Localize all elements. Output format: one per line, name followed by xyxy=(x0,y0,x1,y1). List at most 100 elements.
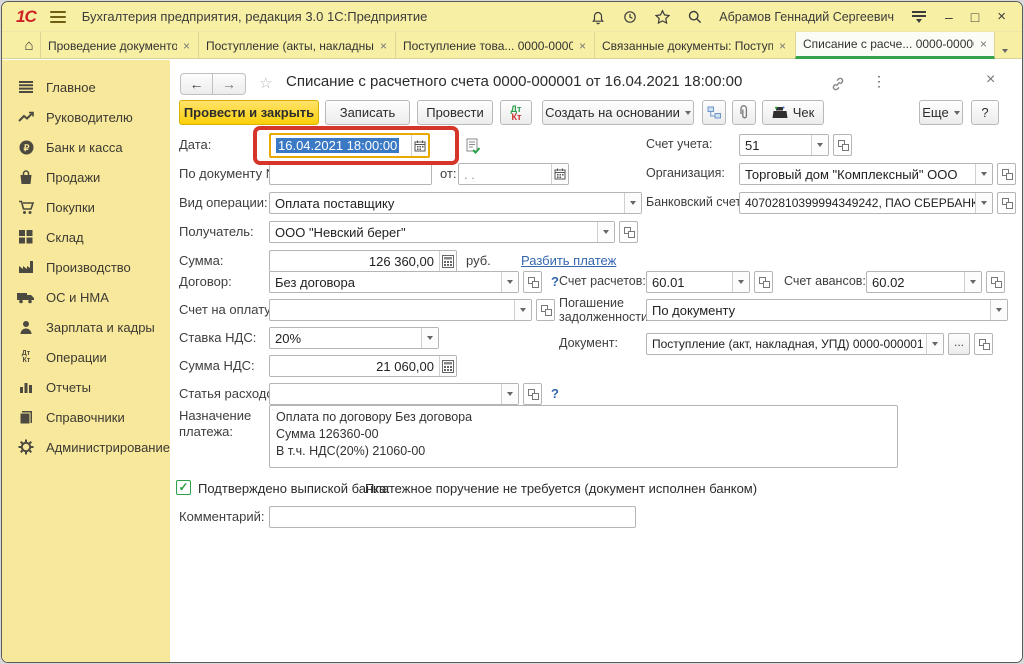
expense-item-open-button[interactable] xyxy=(523,383,542,405)
sidebar-item-bank-i-kassa[interactable]: ₽ Банк и касса xyxy=(2,132,170,162)
recipient-open-button[interactable] xyxy=(619,221,638,243)
document-choose-button[interactable]: ... xyxy=(948,333,970,355)
tab-close-icon[interactable]: × xyxy=(579,39,586,53)
settlement-account-open-button[interactable] xyxy=(754,271,773,293)
sidebar-item-zarplata-i-kadry[interactable]: Зарплата и кадры xyxy=(2,312,170,342)
create-based-on-button[interactable]: Создать на основании xyxy=(542,100,694,125)
sidebar-item-otchety[interactable]: Отчеты xyxy=(2,372,170,402)
home-tab[interactable]: ⌂ xyxy=(16,32,42,58)
vat-rate-field[interactable]: 20% xyxy=(269,327,439,349)
post-and-close-button[interactable]: Провести и закрыть xyxy=(179,100,319,125)
tab-provedenie-dokumentov[interactable]: Проведение документов × xyxy=(40,32,197,59)
save-button[interactable]: Записать xyxy=(325,100,410,125)
tab-svyazannye-dokumenty[interactable]: Связанные документы: Поступ... × xyxy=(594,32,793,59)
form-menu-dots-icon[interactable]: ⋮ xyxy=(872,73,886,90)
confirmed-checkbox[interactable]: ✓ xyxy=(176,480,191,495)
invoice-open-button[interactable] xyxy=(536,299,555,321)
bank-account-open-button[interactable] xyxy=(997,192,1016,214)
related-documents-button[interactable] xyxy=(702,100,726,125)
advance-account-open-button[interactable] xyxy=(986,271,1005,293)
organization-open-button[interactable] xyxy=(997,163,1016,185)
get-link-icon[interactable] xyxy=(830,76,846,97)
calendar-icon[interactable] xyxy=(551,164,568,184)
tab-close-icon[interactable]: × xyxy=(380,39,387,53)
favorite-star-icon[interactable]: ☆ xyxy=(259,74,272,92)
post-button[interactable]: Провести xyxy=(417,100,493,125)
contract-open-button[interactable] xyxy=(523,271,542,293)
advance-account-dropdown-button[interactable] xyxy=(964,272,981,292)
operation-type-dropdown-button[interactable] xyxy=(624,193,641,213)
help-button[interactable]: ? xyxy=(971,100,999,125)
sidebar-item-proizvodstvo[interactable]: Производство xyxy=(2,252,170,282)
tab-close-icon[interactable]: × xyxy=(980,37,987,51)
main-menu-icon[interactable] xyxy=(50,11,66,23)
organization-field[interactable]: Торговый дом "Комплексный" ООО xyxy=(739,163,993,185)
invoice-dropdown-button[interactable] xyxy=(514,300,531,320)
tab-postuplenie-akty[interactable]: Поступление (акты, накладные... × xyxy=(198,32,394,59)
expense-item-field[interactable] xyxy=(269,383,519,405)
form-close-icon[interactable]: × xyxy=(986,71,995,89)
sidebar-item-sklad[interactable]: Склад xyxy=(2,222,170,252)
vat-amount-field[interactable]: 21 060,00 xyxy=(269,355,457,377)
account-dropdown-button[interactable] xyxy=(811,135,828,155)
debt-repayment-field[interactable]: По документу xyxy=(646,299,1008,321)
contract-help-icon[interactable]: ? xyxy=(551,274,559,289)
recipient-dropdown-button[interactable] xyxy=(597,222,614,242)
document-dropdown-button[interactable] xyxy=(926,334,943,354)
calculator-icon[interactable] xyxy=(439,251,456,271)
recipient-field[interactable]: ООО "Невский берег" xyxy=(269,221,615,243)
vat-rate-dropdown-button[interactable] xyxy=(421,328,438,348)
tab-list-dropdown-button[interactable] xyxy=(1002,40,1008,58)
sidebar-item-rukovoditelyu[interactable]: Руководителю xyxy=(2,102,170,132)
sidebar-item-pokupki[interactable]: Покупки xyxy=(2,192,170,222)
date-field[interactable]: 16.04.2021 18:00:00 xyxy=(269,133,430,158)
bank-account-field[interactable]: 40702810399994349242, ПАО СБЕРБАНК xyxy=(739,192,993,214)
account-open-button[interactable] xyxy=(833,134,852,156)
settlement-account-dropdown-button[interactable] xyxy=(732,272,749,292)
split-payment-link[interactable]: Разбить платеж xyxy=(521,253,616,268)
comment-field[interactable] xyxy=(269,506,636,528)
contract-field[interactable]: Без договора xyxy=(269,271,519,293)
sidebar-item-glavnoe[interactable]: Главное xyxy=(2,72,170,102)
tab-spisanie-s-rascheta[interactable]: Списание с расче... 0000-000001 × xyxy=(795,32,995,59)
favorites-star-icon[interactable] xyxy=(654,9,671,25)
sidebar-item-spravochniki[interactable]: Справочники xyxy=(2,402,170,432)
search-icon[interactable] xyxy=(687,9,703,25)
invoice-field[interactable] xyxy=(269,299,532,321)
maximize-button[interactable]: □ xyxy=(971,10,979,24)
tab-postuplenie-tovarov[interactable]: Поступление това... 0000-000001 × xyxy=(395,32,593,59)
forward-button[interactable]: → xyxy=(213,73,246,95)
calendar-icon[interactable] xyxy=(411,135,428,156)
settlement-account-field[interactable]: 60.01 xyxy=(646,271,750,293)
organization-dropdown-button[interactable] xyxy=(975,164,992,184)
tab-close-icon[interactable]: × xyxy=(779,39,786,53)
bank-account-dropdown-button[interactable] xyxy=(975,193,992,213)
document-open-button[interactable] xyxy=(974,333,993,355)
service-menu-icon[interactable] xyxy=(912,11,926,23)
tab-close-icon[interactable]: × xyxy=(183,39,190,53)
calculator-icon[interactable] xyxy=(439,356,456,376)
history-icon[interactable] xyxy=(622,9,638,25)
notifications-bell-icon[interactable] xyxy=(590,9,606,25)
debt-repayment-dropdown-button[interactable] xyxy=(990,300,1007,320)
back-button[interactable]: ← xyxy=(180,73,213,95)
operation-type-field[interactable]: Оплата поставщику xyxy=(269,192,642,214)
show-postings-dtkt-button[interactable]: ДтКт xyxy=(500,100,532,125)
advance-account-field[interactable]: 60.02 xyxy=(866,271,982,293)
doc-number-field[interactable] xyxy=(269,163,432,185)
more-button[interactable]: Еще xyxy=(919,100,963,125)
document-field[interactable]: Поступление (акт, накладная, УПД) 0000-0… xyxy=(646,333,944,355)
sidebar-item-os-i-nma[interactable]: ОС и НМА xyxy=(2,282,170,312)
window-close-button[interactable]: × xyxy=(997,9,1006,24)
check-receipt-button[interactable]: Чек xyxy=(762,100,824,125)
contract-dropdown-button[interactable] xyxy=(501,272,518,292)
user-name[interactable]: Абрамов Геннадий Сергеевич xyxy=(719,10,894,24)
sidebar-item-prodazhi[interactable]: Продажи xyxy=(2,162,170,192)
expense-item-help-icon[interactable]: ? xyxy=(551,386,559,401)
minimize-button[interactable]: – xyxy=(945,10,953,24)
attachments-button[interactable] xyxy=(732,100,756,125)
doc-date-field[interactable]: . . xyxy=(458,163,569,185)
expense-item-dropdown-button[interactable] xyxy=(501,384,518,404)
payment-purpose-textarea[interactable]: Оплата по договору Без договора Сумма 12… xyxy=(269,405,898,468)
account-field[interactable]: 51 xyxy=(739,134,829,156)
